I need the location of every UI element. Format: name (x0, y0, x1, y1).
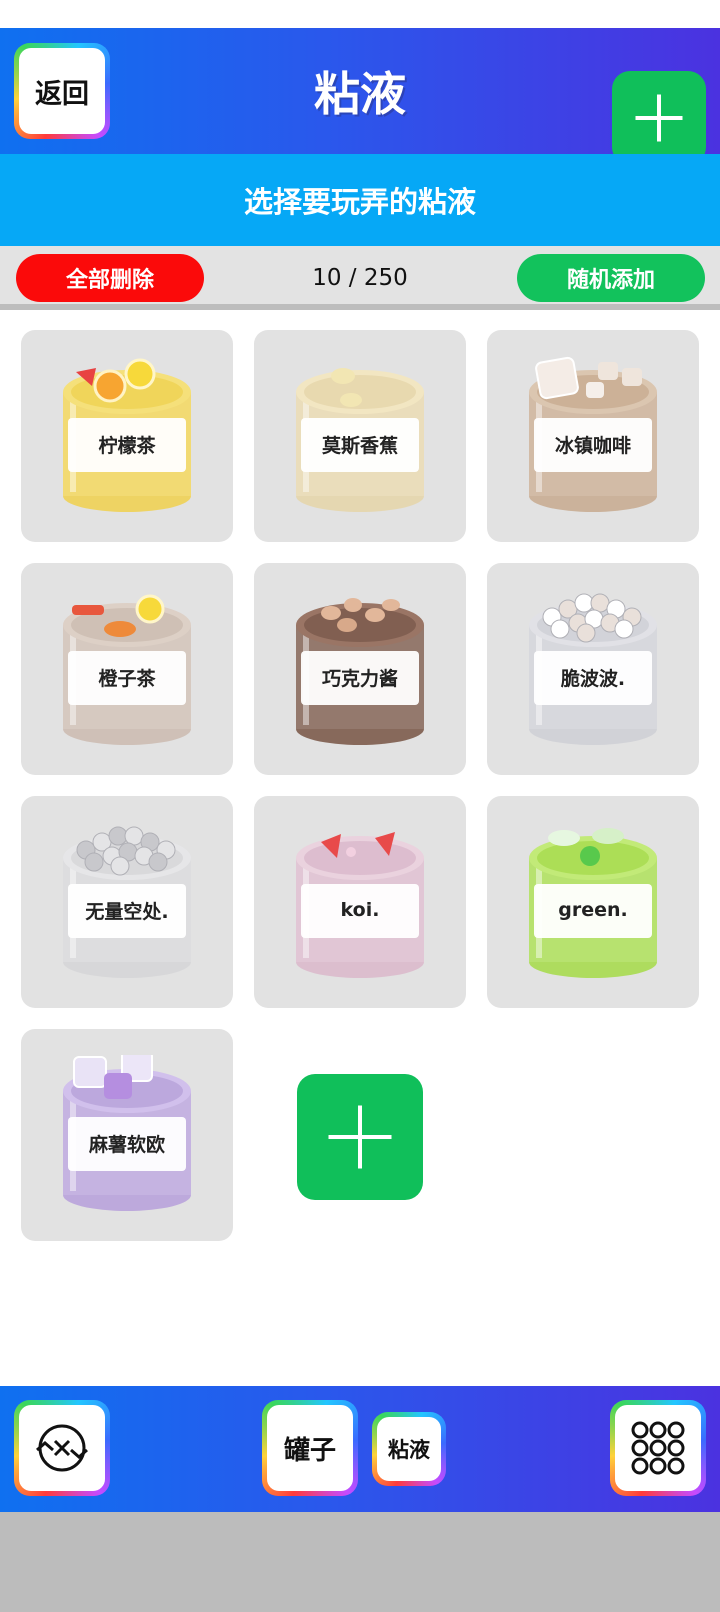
reset-arrows-icon (36, 1424, 88, 1472)
slime-name: koi. (340, 899, 380, 921)
slime-card[interactable]: 脆波波. (487, 563, 699, 775)
slime-name: green. (558, 899, 628, 921)
jars-button-label: 罐子 (267, 1405, 353, 1491)
slime-card[interactable]: 巧克力酱 (254, 563, 466, 775)
system-nav-area (0, 1512, 720, 1612)
slime-card[interactable]: 麻薯软欧 (21, 1029, 233, 1241)
slime-name: 无量空处. (85, 900, 169, 923)
action-bar: 全部删除 10 / 250 随机添加 (0, 246, 720, 310)
subtitle-banner: 选择要玩弄的粘液 (0, 154, 720, 246)
back-button[interactable]: 返回 (14, 43, 110, 139)
slime-name: 脆波波. (560, 667, 626, 690)
jars-button[interactable]: 罐子 (262, 1400, 358, 1496)
menu-grid-button[interactable] (610, 1400, 706, 1496)
add-slime-tile[interactable] (297, 1074, 423, 1200)
reset-button[interactable] (14, 1400, 110, 1496)
add-slime-button[interactable] (612, 71, 706, 165)
slime-card[interactable]: green. (487, 796, 699, 1008)
slime-count: 10 / 250 (312, 265, 408, 291)
slime-name: 橙子茶 (98, 667, 156, 690)
slime-name: 冰镇咖啡 (554, 434, 631, 457)
slime-card[interactable]: koi. (254, 796, 466, 1008)
slime-name: 巧克力酱 (321, 667, 398, 690)
slime-card[interactable]: 橙子茶 (21, 563, 233, 775)
slime-button-label: 粘液 (377, 1417, 441, 1481)
slime-name: 柠檬茶 (98, 434, 156, 457)
back-button-label: 返回 (19, 48, 105, 134)
slime-card[interactable]: 无量空处. (21, 796, 233, 1008)
slime-card[interactable]: 冰镇咖啡 (487, 330, 699, 542)
slime-name: 莫斯香蕉 (321, 434, 398, 457)
app-root: 返回 粘液 选择要玩弄的粘液 全部删除 10 / 250 随机添加 柠檬茶 莫斯香… (0, 0, 720, 1612)
random-add-button[interactable]: 随机添加 (517, 254, 705, 302)
page-title: 粘液 (314, 67, 406, 121)
delete-all-button[interactable]: 全部删除 (16, 254, 204, 302)
slime-card[interactable]: 莫斯香蕉 (254, 330, 466, 542)
grid-dots-icon (631, 1421, 685, 1475)
slime-card[interactable]: 柠檬茶 (21, 330, 233, 542)
slime-name: 麻薯软欧 (88, 1133, 165, 1156)
slime-button[interactable]: 粘液 (372, 1412, 446, 1486)
bottom-bar: 罐子 粘液 (0, 1386, 720, 1512)
